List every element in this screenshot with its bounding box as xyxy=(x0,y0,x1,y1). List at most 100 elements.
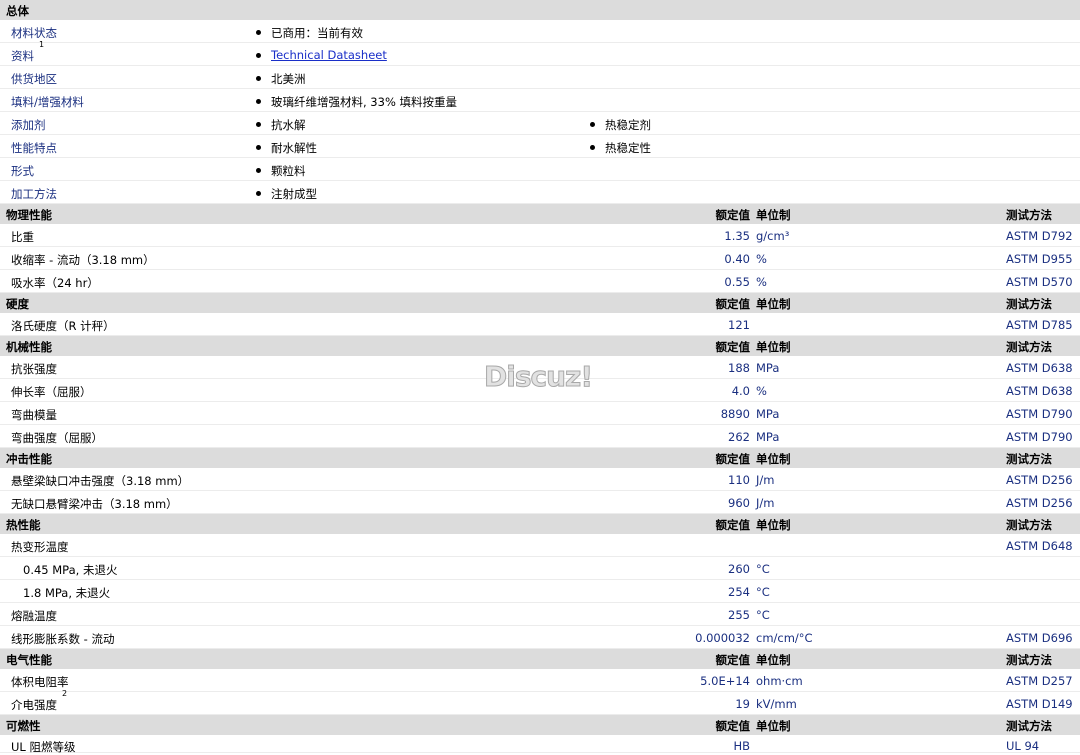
bullet-icon xyxy=(256,122,261,127)
property-label: 悬壁梁缺口冲击强度（3.18 mm） xyxy=(11,474,190,488)
section-header: 硬度 额定值 单位制 测试方法 xyxy=(0,293,1080,313)
section-header: 电气性能 额定值 单位制 测试方法 xyxy=(0,649,1080,669)
general-label: 形式 xyxy=(11,164,34,178)
property-row: 弯曲模量 8890 MPa ASTM D790 xyxy=(0,402,1080,425)
property-unit: °C xyxy=(756,562,770,576)
general-row: 材料状态 已商用：当前有效 xyxy=(0,20,1080,43)
property-label: 1.8 MPa, 未退火 xyxy=(23,586,111,600)
column-label-method: 测试方法 xyxy=(1006,297,1052,311)
property-value: HB xyxy=(733,739,750,753)
section-title: 冲击性能 xyxy=(6,452,52,466)
property-row: 0.45 MPa, 未退火 260 °C xyxy=(0,557,1080,580)
test-method: ASTM D638 xyxy=(1006,361,1073,375)
property-unit: °C xyxy=(756,585,770,599)
property-label: 弯曲模量 xyxy=(11,408,57,422)
property-label: 弯曲强度（屈服） xyxy=(11,431,103,445)
column-label-unit: 单位制 xyxy=(756,340,791,354)
test-method: ASTM D955 xyxy=(1006,252,1073,266)
property-unit: J/m xyxy=(756,473,775,487)
column-label-value: 额定值 xyxy=(715,340,751,354)
bullet-icon xyxy=(590,145,595,150)
bullet-icon xyxy=(590,122,595,127)
general-value: 热稳定剂 xyxy=(605,118,651,132)
property-label: 无缺口悬臂梁冲击（3.18 mm） xyxy=(11,497,178,511)
general-row: 性能特点 耐水解性 热稳定性 xyxy=(0,135,1080,158)
section-title: 热性能 xyxy=(6,518,41,532)
property-row: UL 阻燃等级 HB UL 94 xyxy=(0,735,1080,754)
column-label-unit: 单位制 xyxy=(756,653,791,667)
property-value: 0.55 xyxy=(724,275,750,289)
general-value: 抗水解 xyxy=(271,118,306,132)
property-unit: MPa xyxy=(756,430,780,444)
column-label-unit: 单位制 xyxy=(756,297,791,311)
general-label: 添加剂 xyxy=(11,118,46,132)
property-label: 收缩率 - 流动（3.18 mm） xyxy=(11,253,155,267)
property-row: 无缺口悬臂梁冲击（3.18 mm） 960 J/m ASTM D256 xyxy=(0,491,1080,514)
property-value: 254 xyxy=(728,585,750,599)
property-row: 悬壁梁缺口冲击强度（3.18 mm） 110 J/m ASTM D256 xyxy=(0,468,1080,491)
general-label: 填料/增强材料 xyxy=(11,95,84,109)
bullet-icon xyxy=(256,168,261,173)
test-method: ASTM D785 xyxy=(1006,318,1073,332)
property-value: 8890 xyxy=(720,407,750,421)
property-value: 188 xyxy=(728,361,750,375)
general-label: 供货地区 xyxy=(11,72,57,86)
property-value: 960 xyxy=(728,496,750,510)
general-value: 玻璃纤维增强材料, 33% 填料按重量 xyxy=(271,95,458,109)
property-row: 热变形温度 ASTM D648 xyxy=(0,534,1080,557)
general-row: 添加剂 抗水解 热稳定剂 xyxy=(0,112,1080,135)
section-title: 电气性能 xyxy=(6,653,52,667)
property-label: 热变形温度 xyxy=(11,540,69,554)
section-title: 硬度 xyxy=(6,297,29,311)
property-value: 1.35 xyxy=(724,229,750,243)
property-value: 5.0E+14 xyxy=(700,674,750,688)
property-value: 262 xyxy=(728,430,750,444)
property-row: 熔融温度 255 °C xyxy=(0,603,1080,626)
column-label-unit: 单位制 xyxy=(756,208,791,222)
property-unit: MPa xyxy=(756,361,780,375)
bullet-icon xyxy=(256,76,261,81)
property-row: 1.8 MPa, 未退火 254 °C xyxy=(0,580,1080,603)
property-unit: °C xyxy=(756,608,770,622)
property-row: 洛氏硬度（R 计秤） 121 ASTM D785 xyxy=(0,313,1080,336)
column-label-unit: 单位制 xyxy=(756,518,791,532)
column-label-method: 测试方法 xyxy=(1006,452,1052,466)
bullet-icon xyxy=(256,145,261,150)
test-method: UL 94 xyxy=(1006,739,1040,753)
property-row: 比重 1.35 g/cm³ ASTM D792 xyxy=(0,224,1080,247)
test-method: ASTM D696 xyxy=(1006,631,1073,645)
column-label-method: 测试方法 xyxy=(1006,340,1052,354)
section-title: 机械性能 xyxy=(6,340,52,354)
general-label: 资料 xyxy=(11,49,34,63)
property-unit: ohm·cm xyxy=(756,674,803,688)
property-value: 0.40 xyxy=(724,252,750,266)
column-label-value: 额定值 xyxy=(715,297,751,311)
column-label-unit: 单位制 xyxy=(756,452,791,466)
property-unit: g/cm³ xyxy=(756,229,790,243)
general-label: 性能特点 xyxy=(11,141,57,155)
property-row: 线形膨胀系数 - 流动 0.000032 cm/cm/°C ASTM D696 xyxy=(0,626,1080,649)
section-title: 总体 xyxy=(6,4,29,18)
section-header: 物理性能 额定值 单位制 测试方法 xyxy=(0,204,1080,224)
property-value: 4.0 xyxy=(731,384,750,398)
property-value: 110 xyxy=(728,473,750,487)
column-label-value: 额定值 xyxy=(715,653,751,667)
general-row: 填料/增强材料 玻璃纤维增强材料, 33% 填料按重量 xyxy=(0,89,1080,112)
bullet-icon xyxy=(256,30,261,35)
property-unit: % xyxy=(756,252,767,266)
property-unit: cm/cm/°C xyxy=(756,631,813,645)
test-method: ASTM D648 xyxy=(1006,539,1073,553)
technical-datasheet-link[interactable]: Technical Datasheet xyxy=(271,48,387,62)
property-value: 255 xyxy=(728,608,750,622)
bullet-icon xyxy=(256,191,261,196)
section-header: 可燃性 额定值 单位制 测试方法 xyxy=(0,715,1080,735)
column-label-value: 额定值 xyxy=(715,518,751,532)
property-label: 体积电阻率 xyxy=(11,675,69,689)
property-label: 线形膨胀系数 - 流动 xyxy=(11,632,115,646)
test-method: ASTM D638 xyxy=(1006,384,1073,398)
test-method: ASTM D256 xyxy=(1006,496,1073,510)
bullet-icon xyxy=(256,53,261,58)
property-label: 吸水率（24 hr） xyxy=(11,276,99,290)
section-title: 可燃性 xyxy=(6,719,41,733)
property-value: 260 xyxy=(728,562,750,576)
